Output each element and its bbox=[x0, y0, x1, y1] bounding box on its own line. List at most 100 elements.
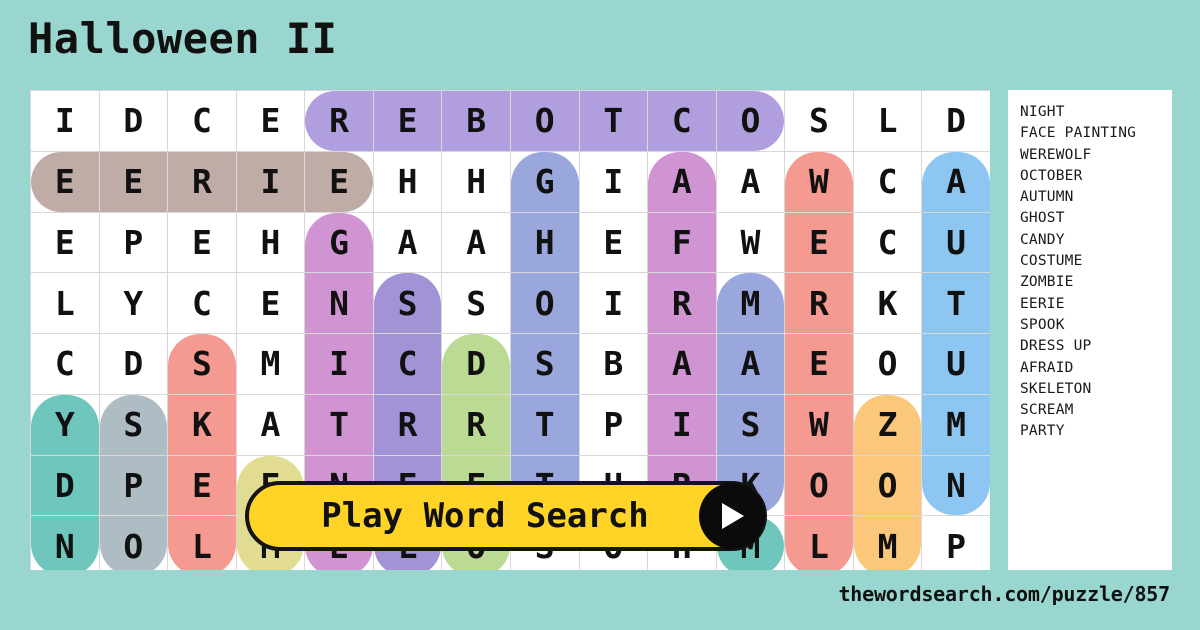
grid-cell[interactable]: E bbox=[235, 90, 306, 152]
grid-cell[interactable]: M bbox=[715, 272, 786, 334]
grid-cell[interactable]: P bbox=[921, 515, 990, 570]
word-list-item: AFRAID bbox=[1020, 359, 1074, 376]
grid-cell[interactable]: I bbox=[578, 272, 649, 334]
grid-cell[interactable]: H bbox=[372, 150, 443, 213]
grid-cell[interactable]: A bbox=[715, 150, 786, 213]
grid-cell[interactable]: E bbox=[304, 150, 374, 213]
grid-cell[interactable]: D bbox=[921, 90, 990, 152]
grid-cell[interactable]: E bbox=[167, 211, 237, 274]
grid-cell[interactable]: E bbox=[235, 272, 306, 334]
grid-cell[interactable]: U bbox=[921, 211, 990, 274]
grid-cell[interactable]: H bbox=[235, 211, 306, 274]
grid-cell[interactable]: K bbox=[852, 272, 923, 334]
grid-cell[interactable]: A bbox=[921, 150, 990, 213]
grid-cell[interactable]: H bbox=[509, 211, 580, 274]
grid-cell[interactable]: R bbox=[784, 272, 854, 334]
grid-cell[interactable]: C bbox=[30, 333, 100, 395]
grid-cell[interactable]: M bbox=[921, 393, 990, 456]
grid-cell[interactable]: N bbox=[30, 515, 100, 570]
grid-cell[interactable]: S bbox=[509, 333, 580, 395]
grid-cell[interactable]: D bbox=[98, 333, 169, 395]
grid-cell[interactable]: E bbox=[372, 90, 443, 152]
grid-cell[interactable]: E bbox=[30, 150, 100, 213]
grid-cell[interactable]: O bbox=[509, 90, 580, 152]
grid-cell[interactable]: T bbox=[304, 393, 374, 456]
grid-cell[interactable]: T bbox=[921, 272, 990, 334]
grid-cell[interactable]: K bbox=[167, 393, 237, 456]
grid-cell[interactable]: E bbox=[784, 211, 854, 274]
grid-cell[interactable]: N bbox=[921, 454, 990, 517]
grid-cell[interactable]: T bbox=[578, 90, 649, 152]
grid-cell[interactable]: S bbox=[715, 393, 786, 456]
grid-cell[interactable]: E bbox=[98, 150, 169, 213]
grid-cell[interactable]: R bbox=[304, 90, 374, 152]
grid-cell[interactable]: G bbox=[509, 150, 580, 213]
grid-cell[interactable]: C bbox=[167, 272, 237, 334]
grid-cell[interactable]: A bbox=[715, 333, 786, 395]
grid-cell[interactable]: O bbox=[98, 515, 169, 570]
grid-cell[interactable]: Z bbox=[852, 393, 923, 456]
grid-cell[interactable]: I bbox=[647, 393, 717, 456]
grid-cell[interactable]: H bbox=[441, 150, 511, 213]
grid-cell[interactable]: M bbox=[852, 515, 923, 570]
grid-cell[interactable]: T bbox=[509, 393, 580, 456]
grid-cell[interactable]: L bbox=[30, 272, 100, 334]
grid-cell[interactable]: S bbox=[98, 393, 169, 456]
grid-cell[interactable]: S bbox=[372, 272, 443, 334]
grid-cell[interactable]: U bbox=[921, 333, 990, 395]
grid-cell[interactable]: W bbox=[784, 150, 854, 213]
grid-cell[interactable]: C bbox=[167, 90, 237, 152]
grid-cell[interactable]: O bbox=[784, 454, 854, 517]
grid-cell[interactable]: I bbox=[30, 90, 100, 152]
grid-cell[interactable]: O bbox=[715, 90, 786, 152]
grid-cell[interactable]: M bbox=[235, 333, 306, 395]
grid-letter: C bbox=[671, 101, 692, 141]
grid-cell[interactable]: R bbox=[647, 272, 717, 334]
grid-cell[interactable]: S bbox=[167, 333, 237, 395]
grid-cell[interactable]: E bbox=[784, 333, 854, 395]
grid-cell[interactable]: B bbox=[578, 333, 649, 395]
grid-cell[interactable]: P bbox=[98, 454, 169, 517]
grid-cell[interactable]: A bbox=[235, 393, 306, 456]
grid-cell[interactable]: P bbox=[98, 211, 169, 274]
grid-cell[interactable]: Y bbox=[30, 393, 100, 456]
grid-cell[interactable]: A bbox=[441, 211, 511, 274]
grid-cell[interactable]: C bbox=[647, 90, 717, 152]
grid-cell[interactable]: C bbox=[852, 211, 923, 274]
grid-cell[interactable]: L bbox=[167, 515, 237, 570]
grid-cell[interactable]: R bbox=[372, 393, 443, 456]
grid-cell[interactable]: A bbox=[647, 333, 717, 395]
grid-cell[interactable]: O bbox=[852, 454, 923, 517]
grid-cell[interactable]: F bbox=[647, 211, 717, 274]
grid-cell[interactable]: D bbox=[441, 333, 511, 395]
grid-cell[interactable]: O bbox=[509, 272, 580, 334]
grid-cell[interactable]: I bbox=[235, 150, 306, 213]
grid-cell[interactable]: W bbox=[784, 393, 854, 456]
grid-cell[interactable]: W bbox=[715, 211, 786, 274]
grid-cell[interactable]: A bbox=[372, 211, 443, 274]
grid-cell[interactable]: A bbox=[647, 150, 717, 213]
grid-cell[interactable]: C bbox=[852, 150, 923, 213]
grid-cell[interactable]: I bbox=[304, 333, 374, 395]
grid-cell[interactable]: N bbox=[304, 272, 374, 334]
grid-cell[interactable]: L bbox=[852, 90, 923, 152]
grid-letter: O bbox=[534, 101, 555, 141]
grid-cell[interactable]: E bbox=[30, 211, 100, 274]
grid-cell[interactable]: L bbox=[784, 515, 854, 570]
grid-cell[interactable]: R bbox=[167, 150, 237, 213]
grid-cell[interactable]: D bbox=[30, 454, 100, 517]
grid-cell[interactable]: D bbox=[98, 90, 169, 152]
grid-cell[interactable]: Y bbox=[98, 272, 169, 334]
grid-cell[interactable]: C bbox=[372, 333, 443, 395]
grid-cell[interactable]: R bbox=[441, 393, 511, 456]
grid-cell[interactable]: E bbox=[167, 454, 237, 517]
grid-cell[interactable]: O bbox=[852, 333, 923, 395]
grid-cell[interactable]: S bbox=[441, 272, 511, 334]
grid-cell[interactable]: S bbox=[784, 90, 854, 152]
grid-cell[interactable]: I bbox=[578, 150, 649, 213]
play-word-search-button[interactable]: Play Word Search bbox=[245, 481, 767, 551]
grid-cell[interactable]: B bbox=[441, 90, 511, 152]
grid-cell[interactable]: E bbox=[578, 211, 649, 274]
grid-cell[interactable]: G bbox=[304, 211, 374, 274]
grid-cell[interactable]: P bbox=[578, 393, 649, 456]
